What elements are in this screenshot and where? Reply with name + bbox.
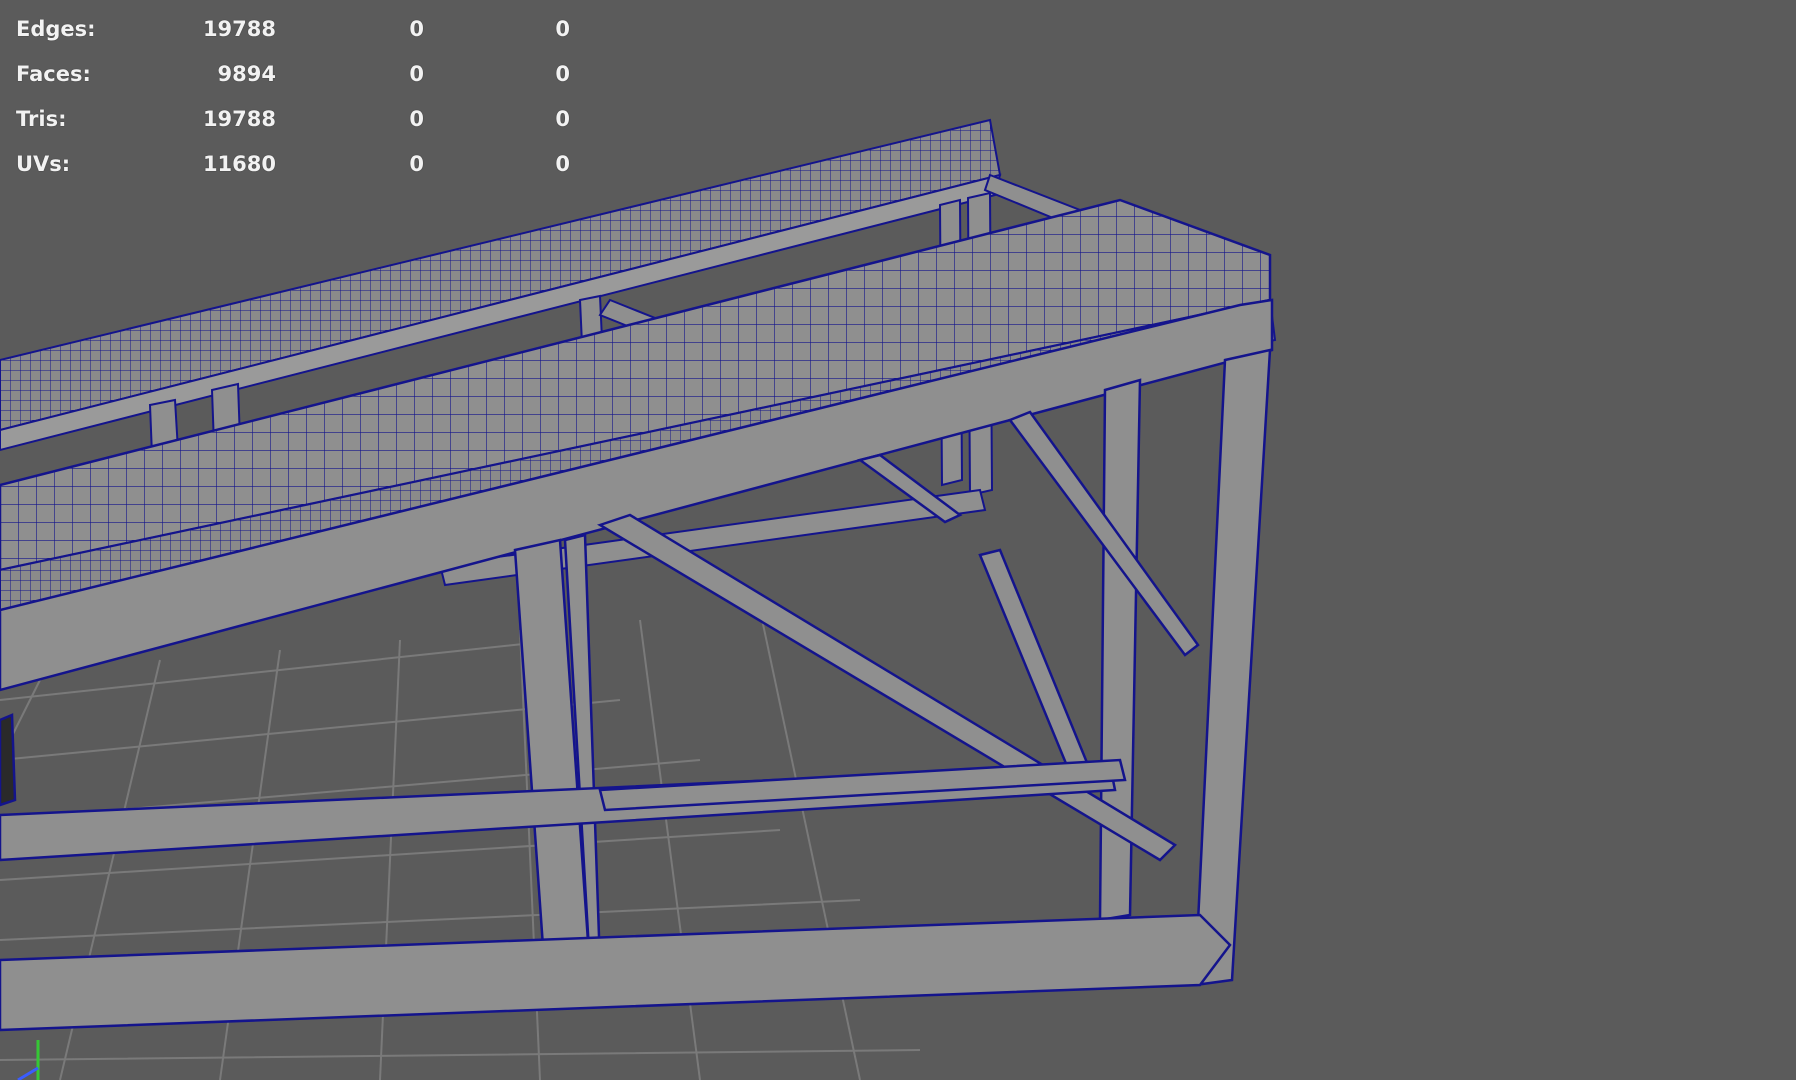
hud-value: 0	[555, 62, 570, 86]
hud-value: 19788	[202, 107, 276, 131]
hud-value: 0	[409, 152, 424, 176]
hud-value: 9894	[217, 62, 276, 86]
hud-row-uvs: UVs: 11680 0 0	[0, 152, 600, 182]
hud-label: Edges:	[16, 17, 96, 41]
hud-label: Faces:	[16, 62, 91, 86]
hud-value: 0	[409, 107, 424, 131]
hud-row-tris: Tris: 19788 0 0	[0, 107, 600, 137]
hud-value: 0	[409, 62, 424, 86]
hud-row-faces: Faces: 9894 0 0	[0, 62, 600, 92]
hud-label: UVs:	[16, 152, 71, 176]
hud-value: 0	[555, 107, 570, 131]
poly-count-hud: Edges: 19788 0 0 Faces: 9894 0 0 Tris: 1…	[0, 0, 600, 190]
lower-beams	[0, 758, 1232, 1032]
hud-value: 0	[555, 17, 570, 41]
hud-value: 11680	[202, 152, 276, 176]
hud-row-edges: Edges: 19788 0 0	[0, 17, 600, 47]
hud-label: Tris:	[16, 107, 67, 131]
3d-viewport[interactable]: Edges: 19788 0 0 Faces: 9894 0 0 Tris: 1…	[0, 0, 1796, 1080]
hud-value: 19788	[202, 17, 276, 41]
hud-value: 0	[555, 152, 570, 176]
hud-value: 0	[409, 17, 424, 41]
